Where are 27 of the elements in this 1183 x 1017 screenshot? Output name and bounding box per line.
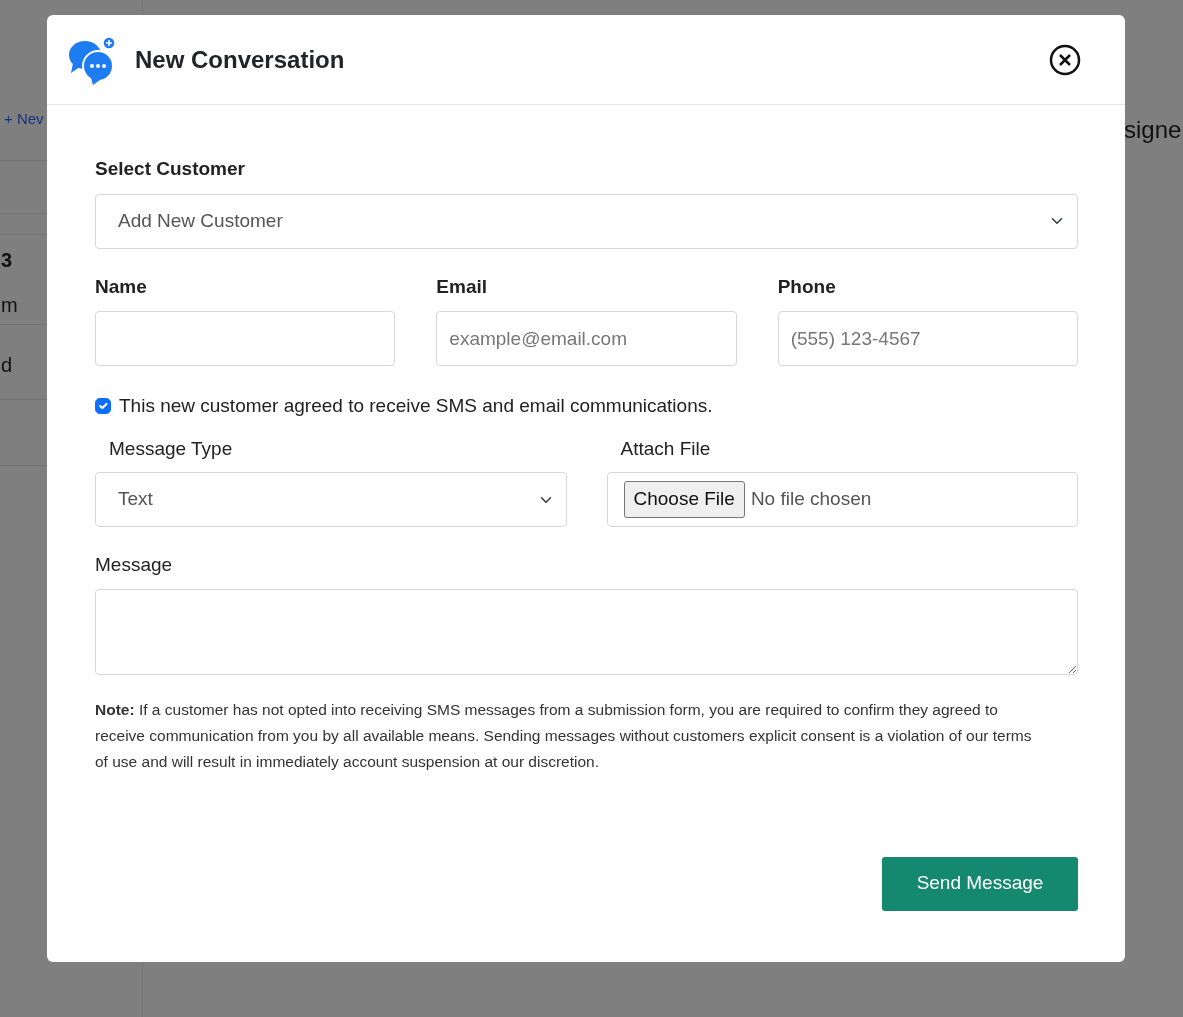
consent-text: This new customer agreed to receive SMS and email communications. [119, 394, 713, 418]
column-header: signe [1124, 115, 1182, 145]
field-label: Message Type [108, 436, 234, 461]
customer-select[interactable]: Add New Customer [95, 193, 1078, 249]
input-field[interactable] [95, 311, 396, 366]
note-text: Note: If a customer has not opted into receiving SMS messages from a submission form, you are required to confirm they agreed to receive communication from you by all available means. Sending messages without customers explicit consent is a violation of our terms of use and will result in immediately account suspension at our discretion. [95, 699, 1033, 772]
file-input[interactable]: Choose File No file chosen [606, 472, 1078, 527]
file-status: No file chosen [750, 487, 872, 512]
field-label: Select Customer [95, 157, 246, 181]
field-label: Attach File [619, 436, 712, 461]
input-field[interactable]: example@email.com [436, 311, 737, 366]
message-type-select[interactable]: Text [95, 472, 567, 527]
field-label: Message [95, 553, 174, 577]
field-label: Email [436, 274, 489, 299]
close-button[interactable] [1049, 43, 1081, 76]
field-label: Name [95, 274, 148, 299]
input-field[interactable]: (555) 123-4567 [777, 311, 1078, 366]
background-text: 3 [1, 248, 13, 273]
choose-file-button[interactable]: Choose File [623, 481, 745, 518]
consent-checkbox[interactable] [95, 398, 111, 415]
dialog-title: New Conversation [135, 44, 345, 75]
field-label: Phone [777, 274, 837, 299]
message-field[interactable] [95, 588, 1078, 675]
send-button[interactable]: Send Message [882, 856, 1078, 911]
background-text: d [1, 353, 13, 378]
background-text: m [1, 293, 18, 318]
chat-bubbles-icon [67, 34, 117, 85]
